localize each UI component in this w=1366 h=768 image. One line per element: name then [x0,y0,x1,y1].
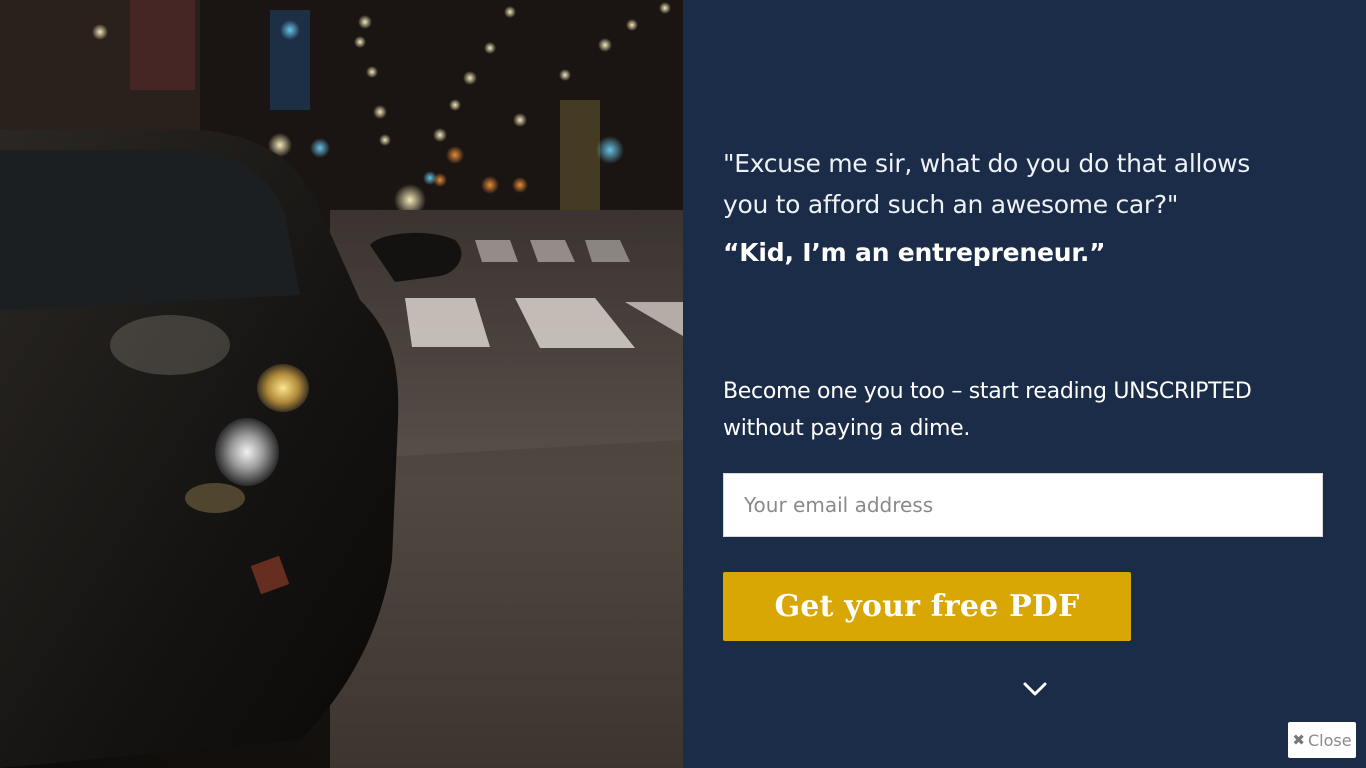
close-icon: ✖ [1292,731,1305,749]
chevron-down-icon[interactable] [1022,676,1048,702]
get-free-pdf-button[interactable]: Get your free PDF [723,572,1131,641]
hero-photo-car-night-street [0,0,683,768]
close-label: Close [1307,730,1352,750]
close-button[interactable]: ✖ Close [1288,722,1356,758]
answer-text: “Kid, I’m an entrepreneur.” [723,238,1106,267]
email-input[interactable] [723,473,1323,537]
optin-panel: "Excuse me sir, what do you do that allo… [683,0,1366,768]
quote-text: "Excuse me sir, what do you do that allo… [723,149,1250,219]
car-photo-illustration [0,0,683,768]
subtext: Become one you too – start reading UNSCR… [723,379,1252,441]
optin-popup: "Excuse me sir, what do you do that allo… [0,0,1366,768]
